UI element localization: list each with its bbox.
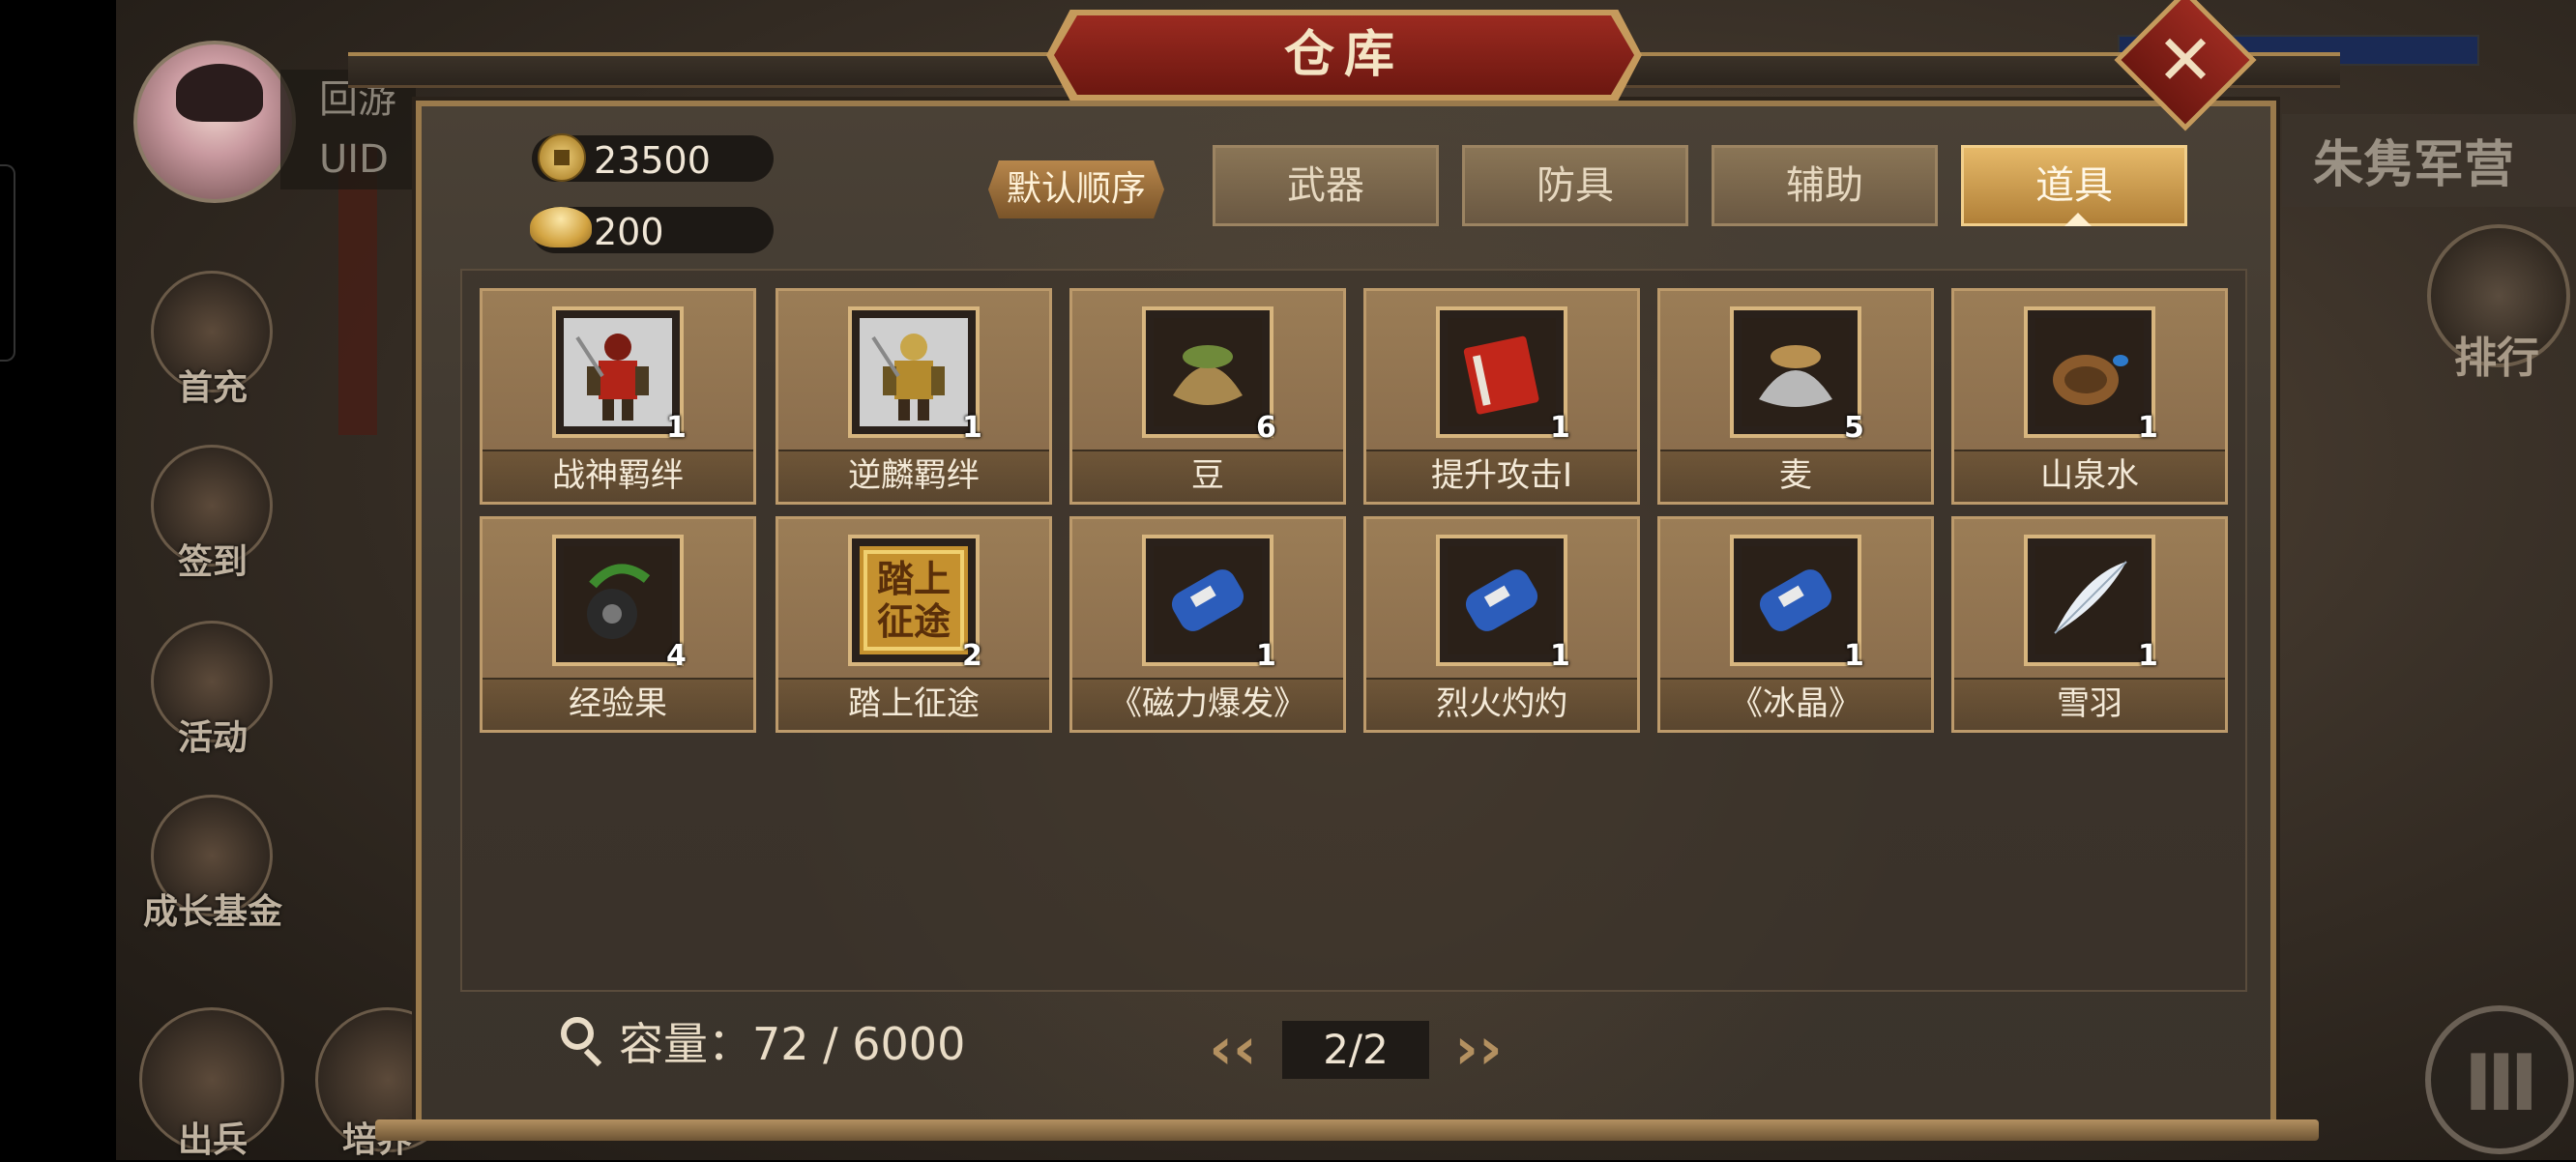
rank-label: 排行: [2454, 334, 2539, 383]
item-card[interactable]: 1 烈火灼灼: [1363, 516, 1640, 733]
item-count: 1: [2138, 639, 2158, 673]
menu-icon: III: [2464, 1038, 2538, 1128]
tab-armor[interactable]: 防具: [1462, 145, 1688, 226]
first-charge-label: 首充: [177, 368, 248, 408]
item-card[interactable]: 1 山泉水: [1951, 288, 2228, 505]
red-book-icon: [1436, 306, 1567, 438]
item-name: 豆: [1072, 450, 1343, 502]
item-name: 《冰晶》: [1660, 678, 1931, 730]
item-name: 雪羽: [1954, 678, 2225, 730]
warrior-gold-icon: [848, 306, 980, 438]
item-count: 1: [2138, 411, 2158, 445]
white-feather-icon: [2024, 535, 2155, 666]
wheat-sack-icon: [1730, 306, 1861, 438]
item-card[interactable]: 1 战神羁绊: [480, 288, 756, 505]
growth-fund-label: 成长基金: [142, 892, 282, 932]
item-card[interactable]: 6豆: [1069, 288, 1346, 505]
item-card[interactable]: 1 提升攻击Ⅰ: [1363, 288, 1640, 505]
tab-items[interactable]: 道具: [1961, 145, 2187, 226]
dialog-bottom-frame: [375, 1119, 2319, 1141]
item-count: 6: [1256, 411, 1276, 445]
user-uid-label: UID: [280, 130, 416, 189]
item-card[interactable]: 5麦: [1657, 288, 1934, 505]
page-indicator: 2/2: [1282, 1021, 1429, 1079]
ingot-icon: [530, 207, 592, 247]
tab-auxiliary[interactable]: 辅助: [1712, 145, 1938, 226]
tab-weapon[interactable]: 武器: [1213, 145, 1439, 226]
item-count: 4: [666, 639, 687, 673]
item-name: 经验果: [483, 678, 753, 730]
menu-button[interactable]: III: [2425, 1005, 2574, 1154]
item-name: 山泉水: [1954, 450, 2225, 502]
deploy-label: 出兵: [177, 1120, 248, 1160]
edge-handle: [0, 164, 15, 362]
item-card[interactable]: 1 逆麟羁绊: [776, 288, 1052, 505]
sign-in-label: 签到: [177, 542, 248, 582]
item-card[interactable]: 1 雪羽: [1951, 516, 2228, 733]
exp-fruit-icon: [552, 535, 684, 666]
warrior-red-icon: [552, 306, 684, 438]
item-card[interactable]: 4 经验果: [480, 516, 756, 733]
item-count: 1: [1844, 639, 1864, 673]
item-count: 1: [1550, 639, 1570, 673]
item-count: 1: [1550, 411, 1570, 445]
camp-name: 朱隽军营: [2313, 136, 2515, 194]
avatar[interactable]: [133, 41, 296, 203]
sort-order-button[interactable]: 默认顺序: [988, 160, 1164, 218]
item-name: 逆麟羁绊: [778, 450, 1049, 502]
item-name: 《磁力爆发》: [1072, 678, 1343, 730]
capacity-label: 容量：72 / 6000: [619, 1018, 966, 1070]
item-count: 1: [962, 411, 982, 445]
water-gourd-icon: [2024, 306, 2155, 438]
item-count: 1: [1256, 639, 1276, 673]
coin-icon: [538, 133, 586, 182]
camp-banner[interactable]: 朱隽军营: [2282, 114, 2576, 207]
item-name: 烈火灼灼: [1366, 678, 1637, 730]
next-page-icon[interactable]: ››: [1450, 1020, 1507, 1078]
item-count: 1: [666, 411, 687, 445]
journey-seal-text: 踏上征途: [876, 558, 951, 643]
bean-sack-icon: [1142, 306, 1273, 438]
item-name: 麦: [1660, 450, 1931, 502]
item-name: 战神羁绊: [483, 450, 753, 502]
item-card[interactable]: 1 《冰晶》: [1657, 516, 1934, 733]
blue-scroll-icon: [1436, 535, 1567, 666]
prev-page-icon[interactable]: ‹‹: [1205, 1020, 1261, 1078]
activity-label: 活动: [177, 718, 248, 758]
coin-amount: 23500: [594, 139, 711, 182]
close-icon[interactable]: ✕: [2135, 14, 2236, 106]
blue-scroll-icon: [1730, 535, 1861, 666]
blue-scroll-icon: [1142, 535, 1273, 666]
item-card[interactable]: 1 《磁力爆发》: [1069, 516, 1346, 733]
item-count: 5: [1844, 411, 1864, 445]
item-name: 提升攻击Ⅰ: [1366, 450, 1637, 502]
item-count: 2: [962, 639, 982, 673]
ingot-amount: 200: [594, 211, 664, 253]
item-card[interactable]: 踏上征途 2 踏上征途: [776, 516, 1052, 733]
search-icon: [561, 1017, 594, 1050]
dialog-title: 仓库: [1283, 26, 1404, 84]
item-name: 踏上征途: [778, 678, 1049, 730]
journey-seal-icon: 踏上征途: [848, 535, 980, 666]
